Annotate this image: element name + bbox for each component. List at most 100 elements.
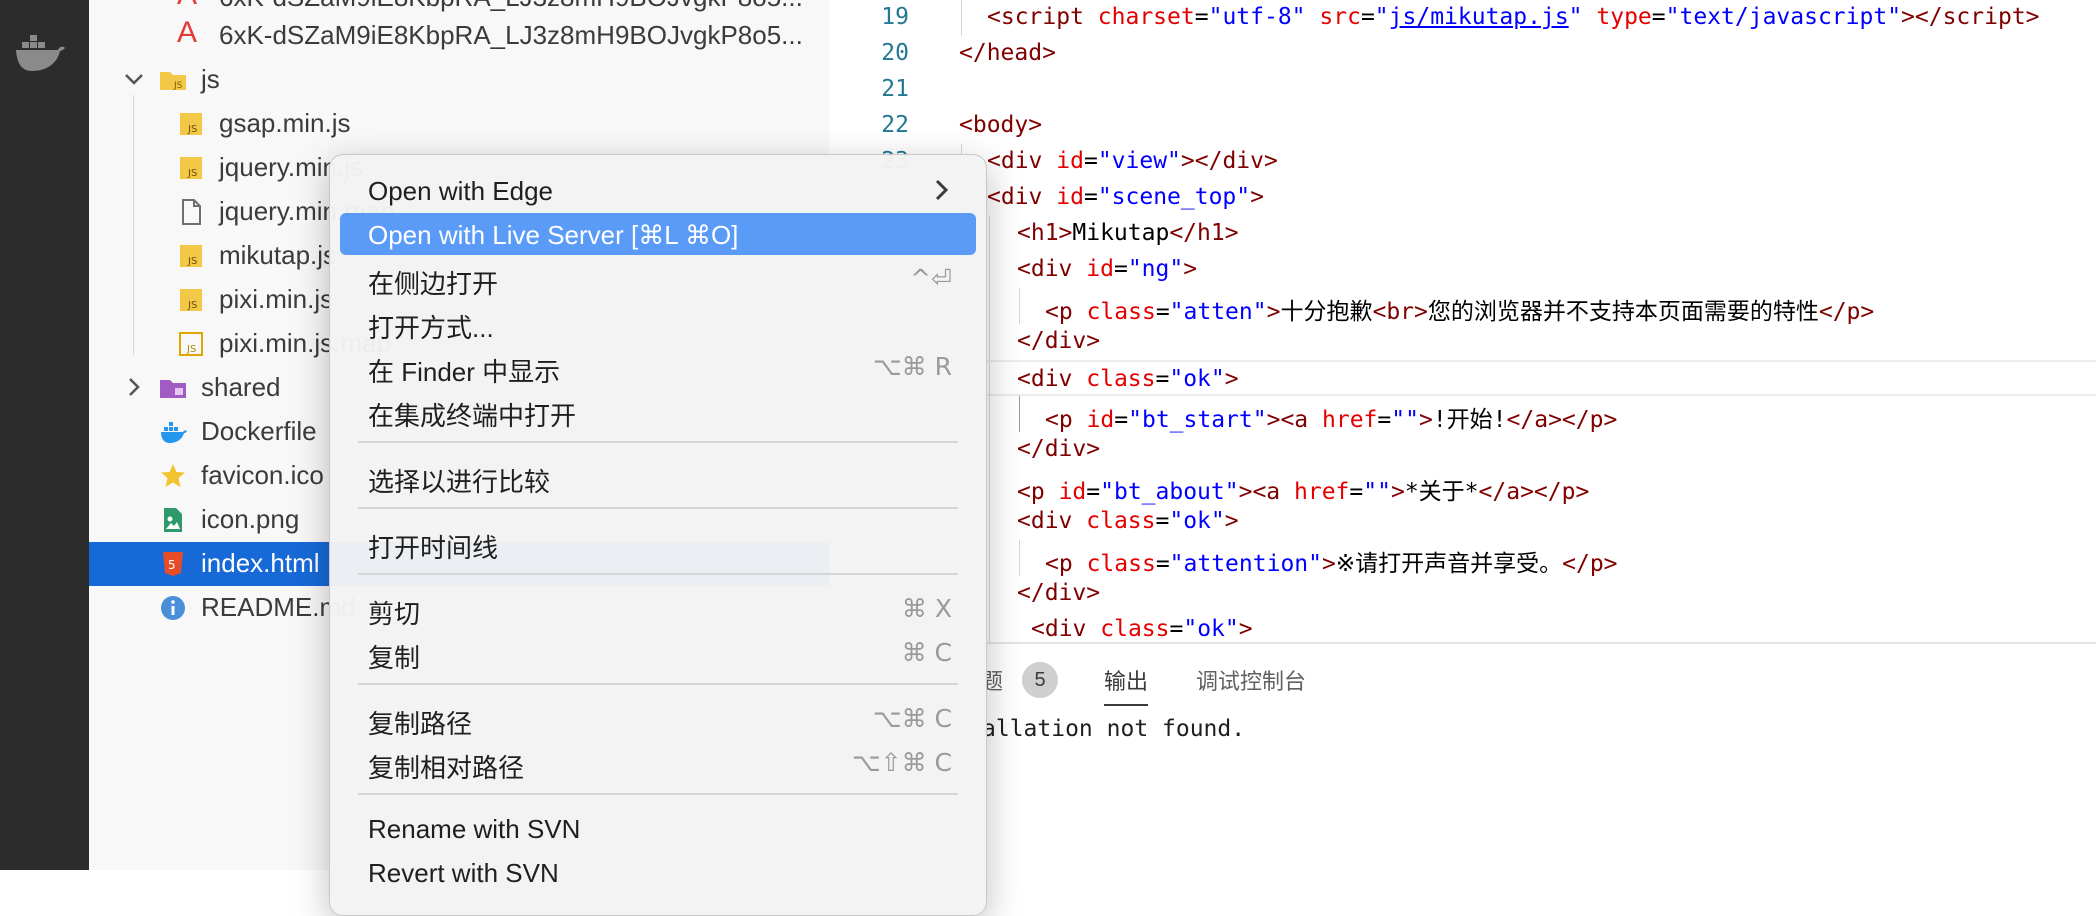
line-number: 19 — [881, 4, 909, 30]
code-text: <script charset="utf-8" src="js/mikutap.… — [987, 4, 2040, 30]
file-icon — [182, 199, 201, 225]
code-line[interactable]: </div> — [829, 576, 2096, 612]
menu-item-label: 剪切 — [368, 599, 421, 629]
tree-item-label: index.html — [201, 548, 320, 578]
menu-item-shortcut: ⌥⌘ C — [872, 704, 952, 733]
code-line[interactable]: <h1>Mikutap</h1> — [829, 216, 2096, 252]
menu-separator — [358, 573, 958, 575]
docker-file-icon — [161, 422, 187, 443]
menu-item-shortcut: ⌘ X — [901, 594, 952, 623]
js-file-icon: JS — [180, 113, 202, 135]
line-number: 21 — [881, 76, 909, 102]
code-text: <p class="atten">十分抱歉<br>您的浏览器并不支持本页面需要的… — [1045, 299, 1875, 325]
code-text: <p class="attention">※请打开声音并享受。</p> — [1045, 551, 1618, 577]
tab-output[interactable]: 输出 — [1104, 664, 1149, 706]
tree-item-js-file[interactable]: JS gsap.min.js — [89, 102, 829, 146]
context-menu: Open with Edge Open with Live Server [⌘L… — [329, 154, 987, 916]
code-text: <p id="bt_start"><a href="">!开始!</a></p> — [1045, 407, 1618, 433]
indent-guide — [989, 468, 990, 504]
code-line[interactable]: <p class="attention">※请打开声音并享受。</p> — [829, 540, 2096, 577]
tree-item-label: pixi.min.js — [219, 284, 334, 314]
code-text: <div id="view"></div> — [987, 148, 1278, 174]
code-line[interactable]: </div> — [829, 432, 2096, 468]
docker-icon[interactable] — [14, 34, 66, 74]
menu-item-label: 在 Finder 中显示 — [368, 357, 561, 387]
indent-guide — [989, 362, 990, 398]
folder-js-icon: JS — [160, 72, 186, 91]
code-line[interactable]: <div class="ok"> — [829, 612, 2096, 642]
indent-guide — [989, 396, 990, 432]
menu-item-label: 复制相对路径 — [368, 753, 525, 783]
chevron-right-icon[interactable] — [121, 374, 147, 400]
tree-item-font-file[interactable]: A 6xK-dSZaM9iE8KbpRA_LJ3z8mH9BOJvgkP8o5.… — [89, 14, 829, 58]
code-line[interactable]: <p class="atten">十分抱歉<br>您的浏览器并不支持本页面需要的… — [829, 288, 2096, 325]
svg-text:JS: JS — [187, 300, 197, 311]
menu-item-label: 复制路径 — [368, 709, 473, 739]
chevron-down-icon[interactable] — [121, 66, 147, 92]
js-file-icon: JS — [180, 157, 202, 179]
code-line[interactable]: 20 </head> — [829, 36, 2096, 72]
menu-item-label: 选择以进行比较 — [368, 467, 551, 497]
menu-item-shortcut: ⌥⌘ R — [872, 352, 952, 381]
tree-folder-js[interactable]: JS js — [89, 58, 829, 102]
menu-item-open-with-edge[interactable]: Open with Edge — [340, 169, 976, 211]
menu-item-reveal-in-finder[interactable]: 在 Finder 中显示 ⌥⌘ R — [340, 345, 976, 387]
tree-item-label: js — [201, 64, 220, 94]
svg-text:JS: JS — [187, 168, 197, 179]
tree-item-label: mikutap.js — [219, 240, 337, 270]
code-text: <p id="bt_about"><a href="">*关于*</a></p> — [1017, 479, 1590, 505]
folder-shared-icon — [160, 380, 186, 398]
menu-item-label: Open with Live Server [⌘L ⌘O] — [368, 220, 739, 250]
menu-item-open-to-side[interactable]: 在侧边打开 ^⏎ — [340, 257, 976, 299]
menu-item-revert-with-svn[interactable]: Revert with SVN — [340, 851, 976, 893]
code-line-current[interactable]: <div class="ok"> — [829, 360, 2096, 398]
menu-item-label: 打开方式... — [368, 313, 494, 343]
menu-item-copy-relative-path[interactable]: 复制相对路径 ⌥⇧⌘ C — [340, 741, 976, 783]
line-number: 22 — [881, 112, 909, 138]
code-text: <body> — [959, 112, 1043, 138]
code-text: <div class="ok"> — [1017, 508, 1239, 534]
menu-item-select-for-compare[interactable]: 选择以进行比较 — [340, 455, 976, 497]
menu-item-cut[interactable]: 剪切 ⌘ X — [340, 587, 976, 629]
activity-bar — [0, 0, 89, 870]
indent-guide — [989, 576, 990, 612]
tree-item-label: 6xK-dSZaM9iE8KbpRA_LJ3z8mH9BOJvgkP8o5... — [219, 0, 803, 13]
code-line[interactable]: 19 <script charset="utf-8" src="js/mikut… — [829, 0, 2096, 36]
code-text: </div> — [1017, 436, 1101, 462]
code-line[interactable]: 21 — [829, 72, 2096, 108]
code-line[interactable]: </div> — [829, 324, 2096, 360]
menu-separator — [358, 441, 958, 443]
tree-item-label: 6xK-dSZaM9iE8KbpRA_LJ3z8mH9BOJvgkP8o5... — [219, 20, 803, 50]
code-line[interactable]: <div id="ng"> — [829, 252, 2096, 288]
menu-item-open-in-terminal[interactable]: 在集成终端中打开 — [340, 389, 976, 431]
indent-guide — [1019, 288, 1020, 324]
indent-guide — [989, 612, 990, 642]
code-line[interactable]: 23 <div id="view"></div> — [829, 144, 2096, 180]
code-line[interactable]: 22 <body> — [829, 108, 2096, 144]
indent-guide — [989, 324, 990, 360]
menu-item-open-with-live-server[interactable]: Open with Live Server [⌘L ⌘O] — [340, 213, 976, 255]
code-line[interactable]: <div id="scene_top"> — [829, 180, 2096, 216]
code-line[interactable]: <p id="bt_start"><a href="">!开始!</a></p> — [829, 396, 2096, 433]
problems-count-badge: 5 — [1022, 662, 1058, 698]
js-file-icon: JS — [180, 245, 202, 267]
menu-item-copy[interactable]: 复制 ⌘ C — [340, 631, 976, 673]
code-line[interactable]: <div class="ok"> — [829, 504, 2096, 540]
tab-debug-console[interactable]: 调试控制台 — [1196, 664, 1306, 696]
menu-item-copy-path[interactable]: 复制路径 ⌥⌘ C — [340, 697, 976, 739]
menu-item-open-timeline[interactable]: 打开时间线 — [340, 521, 976, 563]
font-file-icon: A — [177, 16, 198, 49]
code-line[interactable]: <p id="bt_about"><a href="">*关于*</a></p> — [829, 468, 2096, 505]
code-text: <div id="scene_top"> — [987, 184, 1264, 210]
indent-guide — [961, 0, 962, 36]
code-text: <div id="ng"> — [1017, 256, 1198, 282]
star-icon — [161, 464, 185, 487]
tree-item-label: Dockerfile — [201, 416, 317, 446]
chevron-right-icon — [935, 179, 949, 201]
menu-separator — [358, 683, 958, 685]
code-editor[interactable]: 19 <script charset="utf-8" src="js/mikut… — [829, 0, 2096, 642]
menu-item-open-with[interactable]: 打开方式... — [340, 301, 976, 343]
menu-item-label: Revert with SVN — [368, 858, 559, 888]
tree-item-label: icon.png — [201, 504, 300, 534]
menu-item-rename-with-svn[interactable]: Rename with SVN — [340, 807, 976, 849]
